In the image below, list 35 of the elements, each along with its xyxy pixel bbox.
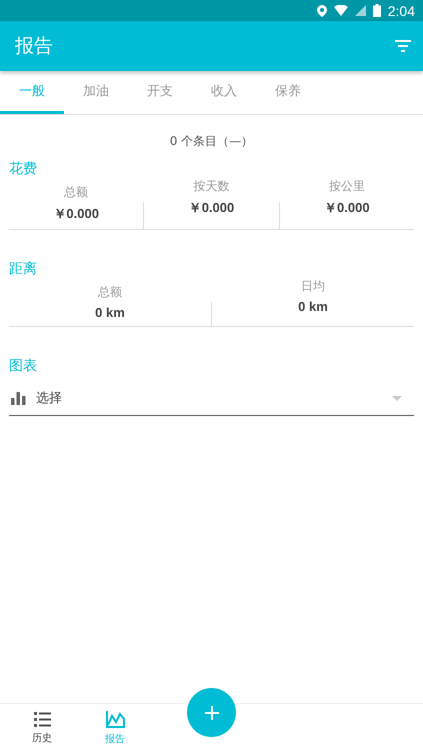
stat-label: 总额: [64, 184, 88, 201]
tab[interactable]: 一般: [0, 71, 64, 114]
stat-value: ￥0.000: [324, 199, 370, 217]
chart-type-dropdown[interactable]: 选择: [9, 381, 414, 416]
no-signal-icon: [354, 5, 366, 16]
plus-icon: [204, 706, 218, 720]
tab[interactable]: 开支: [128, 71, 192, 114]
section-title: 图表: [9, 357, 38, 375]
section-title: 花费: [9, 160, 38, 178]
stat-label: 按天数: [193, 178, 230, 195]
location-icon: [316, 4, 327, 16]
nav-item[interactable]: 历史: [10, 704, 74, 752]
stat-value: 0 km: [95, 305, 125, 320]
battery-icon: [372, 4, 381, 17]
stat-label: 按公里: [328, 178, 365, 195]
list-icon: [34, 712, 50, 726]
tab[interactable]: 保养: [256, 71, 320, 114]
caret-icon: [392, 396, 402, 400]
stat-value: ￥0.000: [53, 205, 99, 223]
entry-count: 0 个条目（—）: [168, 133, 254, 150]
stat-label: 总额: [98, 284, 122, 301]
stat-label: 日均: [301, 278, 325, 295]
bar-chart-icon: [11, 392, 26, 404]
line-chart-icon: [106, 710, 124, 728]
tab[interactable]: 加油: [64, 71, 128, 114]
filter-icon[interactable]: [395, 40, 411, 52]
stat-value: 0 km: [298, 299, 328, 314]
section-title: 距离: [9, 260, 38, 278]
tab[interactable]: 收入: [192, 71, 256, 114]
stat-value: ￥0.000: [188, 199, 234, 217]
nav-item[interactable]: 报告: [83, 704, 147, 752]
add-button[interactable]: [187, 688, 236, 737]
wifi-icon: [334, 5, 348, 16]
status-time: 2:04: [388, 2, 415, 18]
app-title: 报告: [15, 34, 53, 59]
